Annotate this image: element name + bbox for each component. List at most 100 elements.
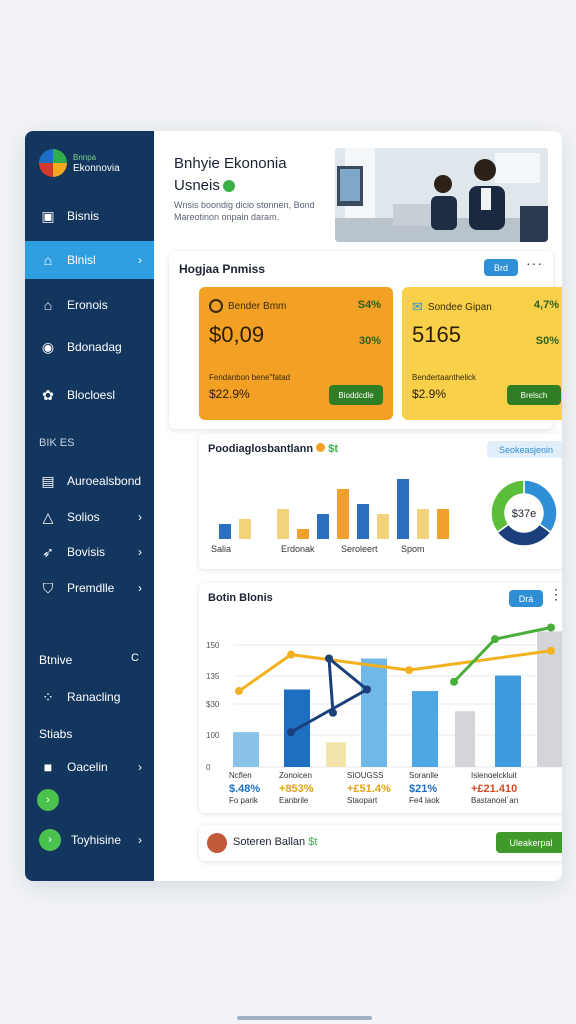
card-title: Hogjaa Pnmiss <box>179 262 266 276</box>
stat-card-yellow[interactable]: ✉ Sondee Gipan 4,7% 5165 S0% Bendertaanth… <box>402 287 562 420</box>
series-label-sub: Fo parik <box>229 796 259 805</box>
check-icon: ✉ <box>412 299 423 314</box>
brand-name: Ekonnovia <box>73 163 120 174</box>
page-title-line2: Usneis <box>174 177 220 194</box>
sidebar-item-ranacling[interactable]: ⁘ Ranacling <box>25 678 154 716</box>
verified-badge-icon <box>222 180 235 193</box>
sidebar-item-eronois[interactable]: ⌂ Eronois <box>25 286 154 324</box>
chevron-right-icon: › <box>39 829 61 851</box>
bar <box>417 509 429 539</box>
bar <box>377 514 389 539</box>
circle-icon <box>209 299 223 313</box>
avatar <box>207 833 227 853</box>
bar <box>412 691 438 767</box>
chevron-right-icon: › <box>37 789 59 811</box>
combo-chart-card: Botin Blonis Drá ⋮ 150 135 $30 100 0 Ncflen $.… <box>199 583 562 813</box>
chevron-right-icon: › <box>138 760 142 774</box>
series-line-orange-point <box>235 687 243 696</box>
y-tick-label: 135 <box>206 672 220 681</box>
bar <box>297 529 309 539</box>
status-dot-button[interactable]: › <box>37 789 59 811</box>
series-line-blue-point <box>363 685 371 694</box>
bird-icon: ➶ <box>42 543 54 560</box>
sidebar-item-label: Solios <box>67 510 100 524</box>
flower-icon: ✿ <box>42 386 54 403</box>
stat-value: 5165 <box>412 322 461 347</box>
bar-chart-card: Poodiaglosbantlann $t Seokeasjenin Salia… <box>199 434 562 569</box>
sidebar-item-label: Blocloesl <box>67 388 116 402</box>
sidebar-item-label: Ranacling <box>67 690 121 704</box>
sidebar-item-label: Bisnis <box>67 209 100 223</box>
refresh-icon[interactable]: C <box>131 652 139 664</box>
series-line-orange-point <box>547 646 555 655</box>
bar <box>277 509 289 539</box>
x-tick-label: Seroleert <box>341 544 378 554</box>
building-icon: ▤ <box>41 472 55 489</box>
sidebar-item-bdonadag[interactable]: ◉ Bdonadag <box>25 328 154 366</box>
bar <box>326 742 346 767</box>
section-label: Stiabs <box>39 727 73 741</box>
y-tick-label: 100 <box>206 731 220 740</box>
sidebar-item-premdlle[interactable]: ⛉ Premdlle › <box>25 569 154 607</box>
sidebar-item-solios[interactable]: △ Solios › <box>25 498 154 536</box>
y-tick-label: $30 <box>206 700 220 709</box>
stat-sub-label: Fendanbon bene"fatad <box>209 373 291 382</box>
chevron-right-icon: › <box>138 545 142 559</box>
bar <box>239 519 251 539</box>
target-icon: ◉ <box>41 338 55 355</box>
sidebar-item-label: Premdlle <box>67 581 115 595</box>
x-tick-label: Spom <box>401 544 425 554</box>
home-indicator <box>237 1016 372 1020</box>
bar <box>437 509 449 539</box>
sidebar-item-bovisis[interactable]: ➶ Bovisis › <box>25 533 154 571</box>
stat-sub-label: Bendertaanthelick <box>412 373 477 382</box>
page-description: Wnsis boondig dicio stonnen, Bond Mareot… <box>174 200 315 222</box>
stat-action-button[interactable]: Bioddcdle <box>329 385 383 405</box>
series-line-orange-point <box>287 650 295 659</box>
sidebar-item-label: Blnisl <box>67 253 96 267</box>
sidebar-item-bisnis[interactable]: ▣ Bisnis <box>25 197 154 235</box>
grid-dots-icon: ⁘ <box>42 688 54 705</box>
bar <box>455 711 475 767</box>
page-title: Bnhyie Ekononia Usneis <box>174 153 287 197</box>
brand-logo-icon <box>39 149 67 177</box>
series-label-name: SIOUGSS <box>347 771 383 780</box>
office-illustration <box>335 148 548 242</box>
period-button[interactable]: Brd <box>484 259 518 276</box>
page-title-line1: Bnhyie Ekononia <box>174 155 287 172</box>
series-label-name: Soranlle <box>409 771 439 780</box>
more-options-icon[interactable]: ··· <box>526 255 543 271</box>
stat-action-button[interactable]: Brelsch <box>507 385 561 405</box>
sidebar-item-auroealsbond[interactable]: ▤ Auroealsbond <box>25 462 154 500</box>
bar <box>361 658 387 767</box>
home-icon: ⌂ <box>43 252 53 268</box>
series-label-value: $21% <box>409 783 437 795</box>
series-label-name: Zonoicen <box>279 771 312 780</box>
series-line-green <box>452 626 552 683</box>
stat-pct: S4% <box>357 299 381 311</box>
combo-chart: 150 135 $30 100 0 Ncflen $.48%Fo parik Zonoicen… <box>206 623 562 805</box>
summary-card: Hogjaa Pnmiss Brd ··· Bender Bmm S4% $0,… <box>169 251 562 429</box>
bar <box>337 489 349 539</box>
stat-sub-value: $2.9% <box>412 387 447 401</box>
stat-card-orange[interactable]: Bender Bmm S4% $0,09 30% Fendanbon bene"… <box>199 287 393 420</box>
bar <box>397 479 409 539</box>
footer-title: Soteren Ballan $t <box>233 836 317 848</box>
section-label: BIK ES <box>39 437 75 449</box>
app-window: Bnnpa Ekonnovia ▣ Bisnis ⌂ Blnisl › ⌂ Er… <box>25 131 562 881</box>
main-content: Bnhyie Ekononia Usneis Wnsis boondig dic… <box>154 131 562 881</box>
sidebar-item-oacelin[interactable]: ■ Oacelin › <box>25 748 154 786</box>
footer-action-button[interactable]: Uleakerpal <box>496 832 562 853</box>
warning-icon: △ <box>42 508 54 525</box>
series-label-sub: Eanbrile <box>279 796 309 805</box>
square-icon: ■ <box>43 759 53 775</box>
chevron-right-icon: › <box>138 253 142 267</box>
sidebar-item-toyhsine[interactable]: › Toyhisine › <box>25 821 154 859</box>
sidebar-item-blnisl[interactable]: ⌂ Blnisl › <box>25 241 154 279</box>
brand[interactable]: Bnnpa Ekonnovia <box>39 149 120 177</box>
stat-label: Sondee Gipan <box>427 301 492 313</box>
series-label-name: Ncflen <box>229 771 252 780</box>
sidebar-item-blocloesl[interactable]: ✿ Blocloesl <box>25 376 154 414</box>
sidebar-item-label: Eronois <box>67 298 108 312</box>
series-line-blue-point <box>287 728 295 737</box>
